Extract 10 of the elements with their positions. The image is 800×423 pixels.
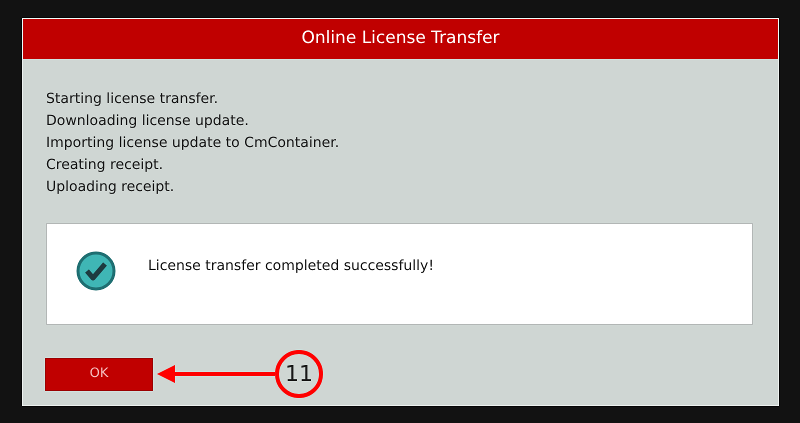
dialog-title: Online License Transfer — [301, 27, 500, 50]
callout-number: 11 — [285, 360, 313, 388]
log-line: Importing license update to CmContainer. — [46, 134, 340, 153]
log-line: Downloading license update. — [46, 112, 250, 131]
log-line: Starting license transfer. — [46, 90, 220, 109]
log-line: Uploading receipt. — [46, 178, 176, 197]
check-icon — [76, 251, 116, 291]
success-message: License transfer completed successfully! — [148, 257, 434, 276]
ok-button[interactable]: OK — [45, 358, 153, 390]
log-line: Creating receipt. — [46, 156, 164, 175]
